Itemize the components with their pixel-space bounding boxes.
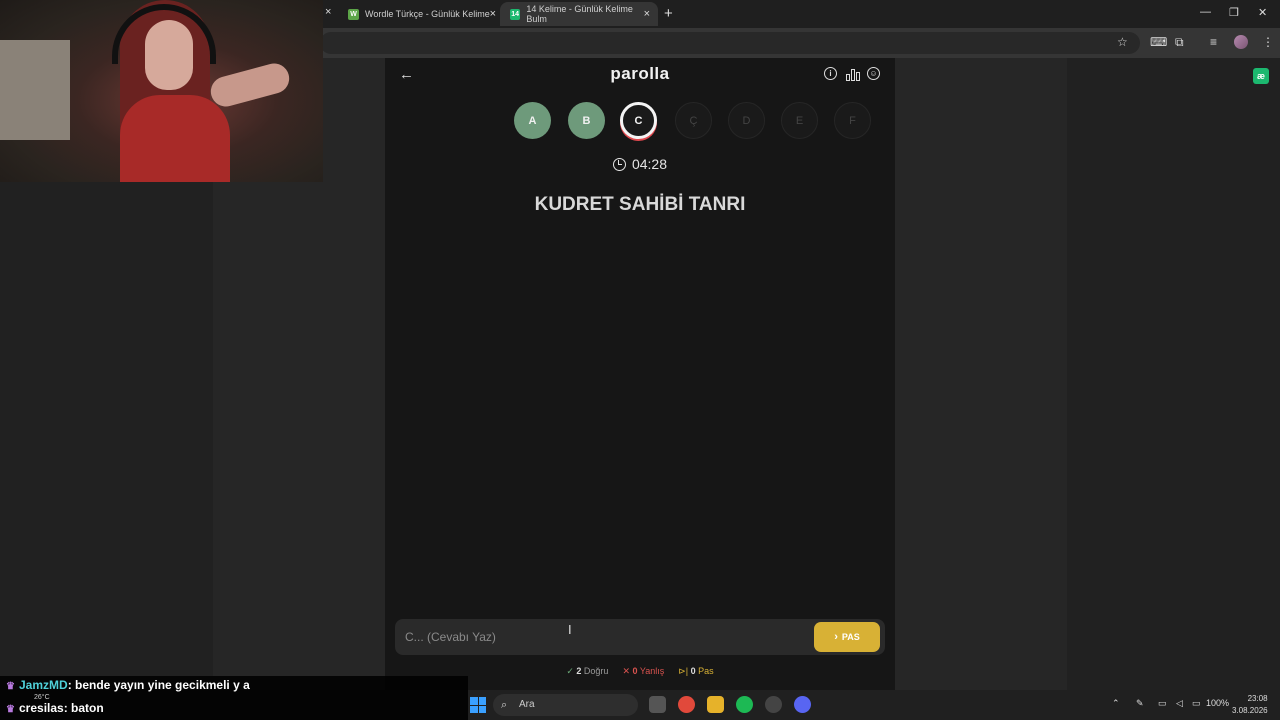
window-close-icon[interactable]: ✕ [1258, 6, 1267, 19]
timer-value: 04:28 [631, 156, 668, 172]
parolla-app: ← parolla i ☺ A B C Ç D E F 04:28 KUDRET… [385, 58, 895, 690]
restore-icon[interactable]: ❐ [1229, 6, 1239, 19]
chat-text: : baton [63, 701, 104, 715]
tab-title: 14 Kelime - Günlük Kelime Bulm [526, 4, 633, 24]
answer-bar: › PAS [395, 619, 885, 655]
minimize-icon[interactable]: — [1200, 6, 1211, 18]
translate-icon[interactable]: ⌨ [1150, 35, 1167, 49]
correct-stat: ✓ 2 Doğru [566, 666, 608, 677]
chat-badge-icon: ♛ [6, 681, 15, 692]
chat-badge-icon: ♛ [6, 704, 15, 715]
bookmark-star-icon[interactable]: ☆ [1117, 35, 1128, 49]
stats-icon[interactable] [846, 68, 860, 81]
wrong-label: Yanlış [639, 666, 665, 676]
chat-username: cresilas [19, 701, 64, 715]
app-logo: parolla [610, 64, 670, 83]
extensions-icon[interactable]: ⧉ [1175, 35, 1184, 50]
taskbar-clock[interactable]: 23:08 3.08.2026 [1232, 693, 1268, 717]
battery-percent: 100% [1206, 698, 1230, 708]
tray-chevron-icon[interactable]: ⌃ [1112, 698, 1120, 709]
letter-b: B [568, 102, 605, 139]
windows-start-icon[interactable] [470, 697, 486, 713]
user-icon[interactable]: ☺ [867, 67, 880, 80]
weather-text: 26°C [34, 694, 50, 701]
extension-badge-icon[interactable]: æ [1253, 68, 1269, 84]
letter-c-current: C [620, 102, 657, 139]
pass-label: Pas [698, 666, 714, 676]
clock-time: 23:08 [1247, 694, 1268, 703]
wordle-favicon-icon: W [348, 8, 359, 20]
question-text: KUDRET SAHİBİ TANRI [534, 194, 746, 215]
letter-f: F [834, 102, 871, 139]
file-explorer-icon[interactable] [707, 696, 724, 713]
stream-chat: ♛ JamzMD: bende yayın yine gecikmeli y a … [0, 676, 468, 720]
tab-title: Wordle Türkçe - Günlük Kelime [365, 9, 490, 19]
taskbar-search[interactable]: ⌕ Ara [493, 694, 638, 716]
pen-icon[interactable]: ✎ [1136, 698, 1144, 709]
correct-count: 2 [576, 666, 582, 676]
close-tab-icon[interactable]: × [644, 8, 650, 20]
check-icon: ✓ [566, 666, 574, 676]
clock-date: 3.08.2026 [1232, 706, 1268, 715]
pass-button-label: PAS [841, 632, 860, 642]
letter-a: A [514, 102, 551, 139]
battery-icon[interactable]: ▭ [1192, 698, 1201, 709]
steam-icon[interactable] [765, 696, 782, 713]
profile-avatar[interactable] [1234, 35, 1248, 49]
chat-text: : bende yayın yine gecikmeli y a [67, 678, 250, 692]
letter-d: D [728, 102, 765, 139]
wrong-stat: ✕ 0 Yanlış [622, 666, 664, 677]
discord-icon[interactable] [794, 696, 811, 713]
chat-message: ♛ cresilas: baton [6, 701, 104, 715]
menu-dots-icon[interactable]: ⋮ [1262, 35, 1274, 49]
pass-stat: ⊳| 0 Pas [678, 666, 713, 677]
search-icon: ⌕ [501, 699, 508, 711]
clock-icon [612, 157, 626, 171]
letter-progress: A B C Ç D E F [385, 102, 895, 142]
chat-message: ♛ JamzMD: bende yayın yine gecikmeli y a [6, 678, 250, 692]
tab-14-kelime[interactable]: 14 14 Kelime - Günlük Kelime Bulm × [500, 2, 658, 26]
tab-wordle[interactable]: W Wordle Türkçe - Günlük Kelime × [348, 2, 496, 26]
media-control-icon[interactable]: ≡ [1210, 35, 1217, 49]
search-label: Ara [519, 699, 535, 710]
new-tab-button[interactable]: + [664, 5, 673, 22]
task-view-icon[interactable] [649, 696, 666, 713]
network-icon[interactable]: ▭ [1158, 698, 1167, 709]
info-icon[interactable]: i [824, 67, 837, 80]
close-tab-icon[interactable]: × [490, 8, 496, 20]
page-right-panel [1067, 58, 1280, 690]
kelime-favicon-icon: 14 [510, 8, 521, 20]
spotify-icon[interactable] [736, 696, 753, 713]
chevron-right-icon: › [834, 631, 838, 643]
close-icon[interactable]: × [325, 6, 331, 18]
text-cursor-icon: I [568, 622, 572, 637]
timer: 04:28 [385, 156, 895, 172]
letter-e: E [781, 102, 818, 139]
address-bar[interactable] [320, 32, 1140, 54]
pass-button[interactable]: › PAS [814, 622, 880, 652]
cross-icon: ✕ [622, 666, 630, 676]
chat-username: JamzMD [19, 678, 68, 692]
wrong-count: 0 [632, 666, 638, 676]
letter-c-cedilla: Ç [675, 102, 712, 139]
answer-input[interactable] [395, 619, 805, 655]
page-right-gutter [895, 58, 1067, 690]
skip-icon: ⊳| [678, 666, 689, 676]
correct-label: Doğru [583, 666, 609, 676]
chrome-icon[interactable] [678, 696, 695, 713]
taskbar: ⌕ Ara ⌃ ✎ ▭ ◁ ▭ 100% 23:08 3.08.2026 [468, 690, 1280, 720]
pass-count: 0 [690, 666, 696, 676]
webcam-overlay [0, 0, 323, 182]
volume-icon[interactable]: ◁ [1176, 698, 1183, 709]
